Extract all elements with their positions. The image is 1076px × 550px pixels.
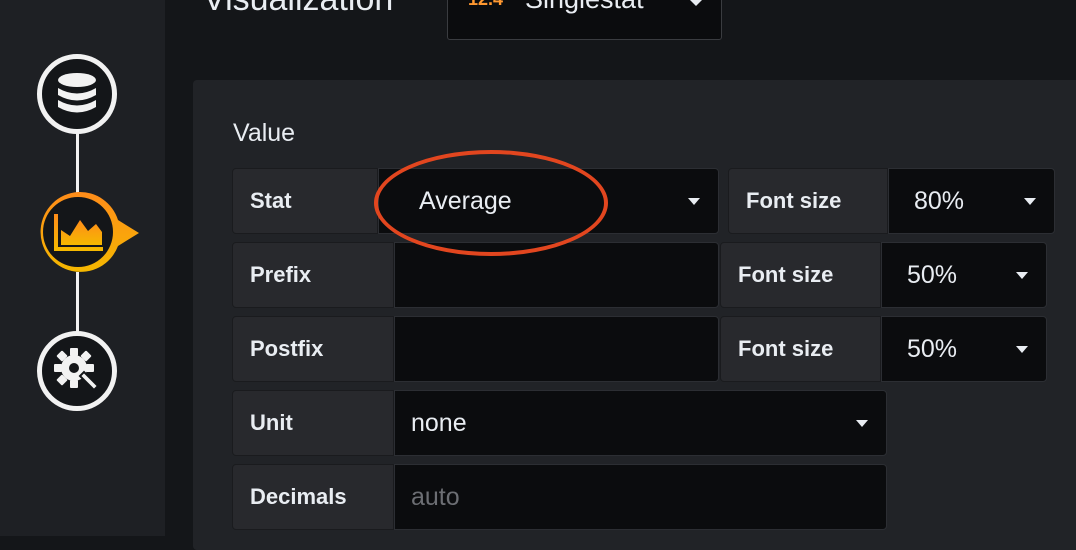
prefix-row: Prefix bbox=[232, 242, 719, 308]
postfix-label: Postfix bbox=[232, 316, 394, 382]
unit-select[interactable]: none bbox=[394, 390, 887, 456]
area-chart-icon bbox=[54, 214, 103, 251]
visualization-type-select[interactable]: 12.4 Singlestat bbox=[447, 0, 722, 40]
prefix-font-size-row: Font size 50% bbox=[720, 242, 1047, 308]
postfix-font-size-value: 50% bbox=[907, 334, 958, 363]
stat-font-size-row: Font size 80% bbox=[728, 168, 1055, 234]
prefix-font-size-label: Font size bbox=[720, 242, 881, 308]
stat-row: Stat Average bbox=[232, 168, 719, 234]
stat-value: Average bbox=[419, 186, 512, 215]
database-icon bbox=[58, 73, 96, 113]
postfix-font-size-label: Font size bbox=[720, 316, 881, 382]
chevron-down-icon bbox=[856, 420, 868, 427]
postfix-font-size-select[interactable]: 50% bbox=[881, 316, 1047, 382]
prefix-font-size-value: 50% bbox=[907, 260, 958, 289]
stat-font-size-select[interactable]: 80% bbox=[888, 168, 1055, 234]
sidebar-connector bbox=[76, 133, 79, 193]
chevron-down-icon bbox=[690, 0, 702, 6]
unit-row: Unit none bbox=[232, 390, 887, 456]
stat-label: Stat bbox=[232, 168, 378, 234]
decimals-row: Decimals auto bbox=[232, 464, 887, 530]
visualization-type-value: Singlestat bbox=[525, 0, 644, 15]
stat-font-size-label: Font size bbox=[728, 168, 888, 234]
chevron-down-icon bbox=[688, 198, 700, 205]
chevron-down-icon bbox=[1024, 198, 1036, 205]
gear-wrench-icon bbox=[54, 348, 100, 392]
postfix-input[interactable] bbox=[394, 316, 719, 382]
queries-step-button[interactable] bbox=[37, 54, 117, 134]
section-title-value: Value bbox=[233, 119, 296, 147]
postfix-row: Postfix bbox=[232, 316, 719, 382]
unit-label: Unit bbox=[232, 390, 394, 456]
postfix-font-size-row: Font size 50% bbox=[720, 316, 1047, 382]
singlestat-badge: 12.4 bbox=[468, 0, 503, 10]
sidebar bbox=[0, 0, 165, 536]
decimals-input[interactable]: auto bbox=[394, 464, 887, 530]
chevron-down-icon bbox=[1016, 272, 1028, 279]
prefix-font-size-select[interactable]: 50% bbox=[881, 242, 1047, 308]
sidebar-connector bbox=[76, 272, 79, 334]
prefix-label: Prefix bbox=[232, 242, 394, 308]
stat-select[interactable]: Average bbox=[378, 168, 719, 234]
decimals-label: Decimals bbox=[232, 464, 394, 530]
stat-font-size-value: 80% bbox=[914, 186, 965, 215]
chevron-down-icon bbox=[1016, 346, 1028, 353]
visualization-label: Visualization bbox=[203, 0, 393, 19]
visualization-step-button[interactable] bbox=[36, 190, 140, 276]
general-settings-step-button[interactable] bbox=[37, 331, 117, 411]
prefix-input[interactable] bbox=[394, 242, 719, 308]
unit-value: none bbox=[411, 408, 467, 437]
